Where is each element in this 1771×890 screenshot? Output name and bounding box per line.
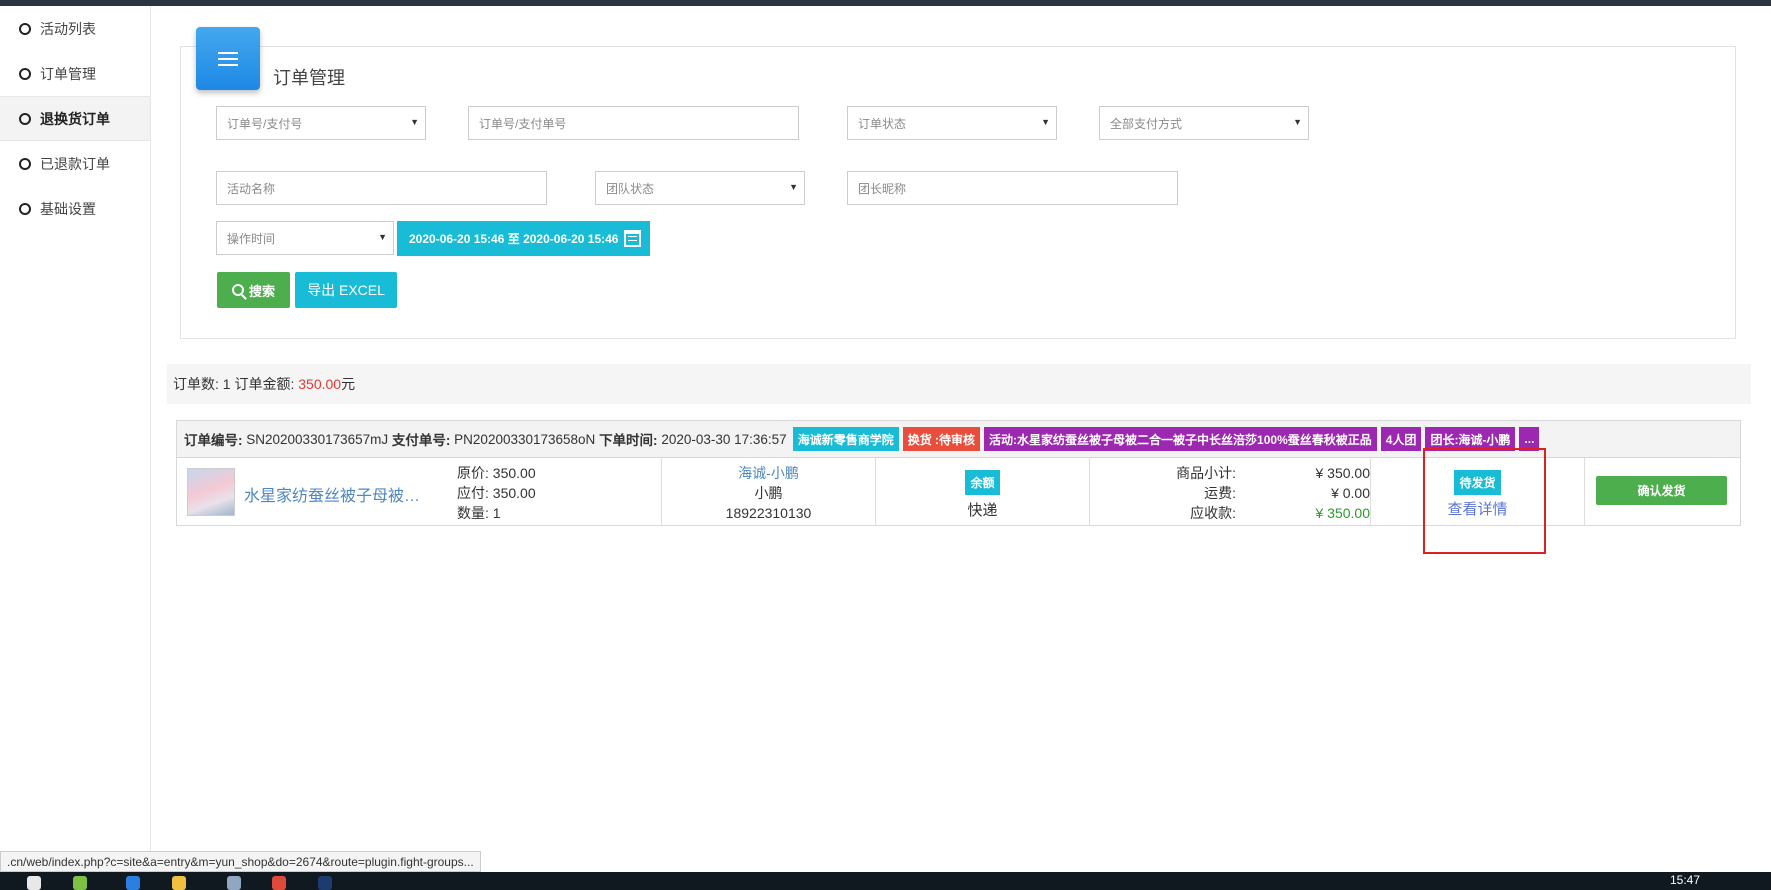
order-sn-label: 订单编号: (184, 433, 243, 448)
circle-icon (19, 22, 31, 35)
confirm-button-label: 确认发货 (1637, 484, 1686, 498)
order-number-input[interactable]: 订单号/支付单号 (468, 106, 799, 140)
caret-down-icon: ▼ (789, 182, 798, 192)
browser-status-url: .cn/web/index.php?c=site&a=entry&m=yun_s… (0, 851, 481, 872)
order-sn: SN20200330173657mJ (246, 431, 389, 447)
freight-label: 运费: (1204, 485, 1236, 501)
payment-cell: 余额 快递 (876, 458, 1090, 526)
time-type-select[interactable]: 操作时间 ▼ (216, 221, 394, 255)
payment-method-select[interactable]: 全部支付方式 ▼ (1099, 106, 1309, 140)
confirm-shipment-button[interactable]: 确认发货 (1596, 476, 1727, 505)
page-title: 订单管理 (273, 68, 345, 88)
amount-cell: 商品小计: ¥ 350.00 运费: ¥ 0.00 应收款: ¥ 350.00 (1090, 458, 1371, 526)
order-status-select[interactable]: 订单状态 ▼ (847, 106, 1057, 140)
search-icon (231, 284, 244, 296)
select-value: 订单号/支付号 (227, 116, 303, 131)
caret-down-icon: ▼ (1293, 117, 1302, 127)
select-value: 全部支付方式 (1110, 116, 1183, 131)
caret-down-icon: ▼ (410, 117, 419, 127)
select-value: 操作时间 (227, 231, 276, 246)
goods-cell: 水星家纺蚕丝被子母被二合一被子中长丝涪莎100%蚕丝春秋被正品 原价: 350.… (177, 458, 662, 526)
export-button-label: 导出 EXCEL (307, 282, 385, 298)
pay-sn-label: 支付单号: (391, 433, 451, 448)
buyer-name: 小鹏 (754, 485, 783, 501)
sidebar-item-refunded-orders[interactable]: 已退款订单 (0, 141, 150, 186)
order-count-label: 订单数: (173, 376, 219, 392)
circle-icon (19, 157, 31, 170)
circle-icon (19, 112, 31, 125)
team-status-select[interactable]: 团队状态 ▼ (595, 171, 805, 205)
subtotal-value: ¥ 350.00 (1315, 465, 1371, 481)
start-icon[interactable] (27, 876, 41, 890)
caret-down-icon: ▼ (378, 232, 387, 242)
order-time: 2020-03-30 17:36:57 (661, 431, 787, 447)
subtotal-label: 商品小计: (1176, 465, 1236, 481)
sidebar-item-label: 活动列表 (40, 20, 96, 37)
order-time-label: 下单时间: (599, 433, 658, 448)
goods-thumbnail[interactable] (187, 468, 235, 516)
delivery-type: 快递 (967, 502, 998, 519)
leader-nickname-input[interactable]: 团长昵称 (847, 171, 1178, 205)
chrome-icon[interactable] (272, 876, 286, 890)
order-count: 1 (222, 376, 231, 392)
sidebar-item-return-orders[interactable]: 退换货订单 (0, 96, 150, 141)
app-icon[interactable] (227, 876, 241, 890)
sidebar: 活动列表 订单管理 退换货订单 已退款订单 基础设置 (0, 6, 151, 852)
top-bar (0, 0, 1771, 6)
goods-prices: 原价: 350.00 应付: 350.00 数量: 1 (457, 463, 536, 523)
buyer-nickname-link[interactable]: 海诚-小鹏 (662, 463, 875, 483)
search-button[interactable]: 搜索 (217, 272, 290, 308)
sidebar-item-label: 订单管理 (40, 65, 96, 82)
order-summary: 订单数: 1 订单金额: 350.00 元 (167, 364, 1751, 404)
freight-value: ¥ 0.00 (1331, 485, 1370, 501)
order-tag: 4人团 (1380, 427, 1422, 451)
activity-name-input[interactable]: 活动名称 (216, 171, 547, 205)
price-original: 原价: 350.00 (457, 465, 536, 481)
export-excel-button[interactable]: 导出 EXCEL (295, 272, 397, 308)
price-payable: 应付: 350.00 (457, 485, 536, 501)
goods-quantity: 数量: 1 (457, 505, 501, 521)
order-amount: 350.00 (298, 376, 342, 392)
search-button-label: 搜索 (248, 283, 275, 299)
order-amount-label: 订单金额: (234, 376, 295, 392)
input-placeholder: 活动名称 (227, 181, 276, 196)
date-range-picker[interactable]: 2020-06-20 15:46 至 2020-06-20 15:46 (397, 221, 650, 256)
calendar-icon (623, 230, 641, 247)
date-range-text: 2020-06-20 15:46 至 2020-06-20 15:46 (409, 232, 619, 246)
select-value: 团队状态 (606, 181, 655, 196)
sidebar-item-label: 基础设置 (40, 200, 96, 217)
receivable-label: 应收款: (1190, 505, 1236, 521)
taskbar-clock: 15:47 (1669, 873, 1700, 887)
sidebar-item-label: 退换货订单 (40, 110, 110, 127)
circle-icon (19, 67, 31, 80)
input-placeholder: 团长昵称 (858, 181, 907, 196)
buyer-cell: 海诚-小鹏 小鹏 18922310130 (662, 458, 876, 526)
caret-down-icon: ▼ (1041, 117, 1050, 127)
payment-badge: 余额 (965, 470, 1000, 495)
menu-icon (196, 27, 260, 90)
sidebar-item-label: 已退款订单 (40, 155, 110, 172)
wechat-icon[interactable] (73, 876, 87, 890)
order-number-type-select[interactable]: 订单号/支付号 ▼ (216, 106, 426, 140)
order-tag: 海诚新零售商学院 (792, 427, 899, 451)
goods-name-link[interactable]: 水星家纺蚕丝被子母被二合一被子中长丝涪莎100%蚕丝春秋被正品 (244, 482, 434, 506)
buyer-phone: 18922310130 (725, 505, 812, 521)
select-value: 订单状态 (858, 116, 907, 131)
pay-sn: PN20200330173658oN (454, 431, 596, 447)
currency-unit: 元 (341, 376, 356, 392)
taskbar: 15:47 (0, 872, 1771, 890)
highlight-box (1423, 448, 1546, 554)
browser-icon[interactable] (126, 876, 140, 890)
sidebar-item-order-management[interactable]: 订单管理 (0, 51, 150, 96)
folder-icon[interactable] (172, 876, 186, 890)
sidebar-item-activity-list[interactable]: 活动列表 (0, 6, 150, 51)
order-tag: 换货 :待审核 (902, 427, 981, 451)
circle-icon (19, 202, 31, 215)
sidebar-item-basic-settings[interactable]: 基础设置 (0, 186, 150, 231)
order-tag: 活动:水星家纺蚕丝被子母被二合一被子中长丝涪莎100%蚕丝春秋被正品 (984, 427, 1377, 451)
input-placeholder: 订单号/支付单号 (479, 116, 567, 131)
receivable-value: ¥ 350.00 (1315, 505, 1371, 521)
photoshop-icon[interactable] (318, 876, 332, 890)
